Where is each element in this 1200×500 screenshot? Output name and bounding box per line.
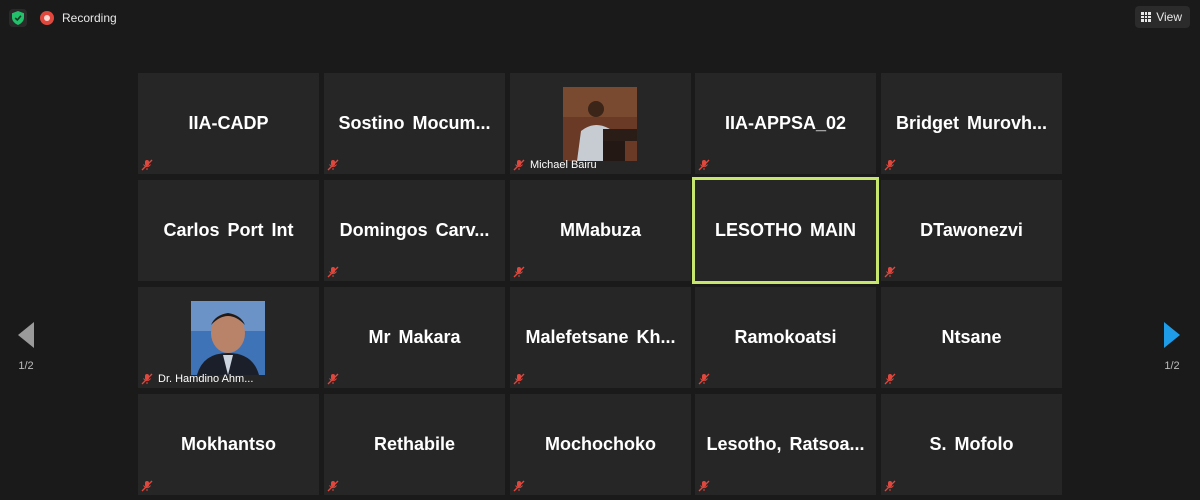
muted-mic-icon [698, 480, 710, 492]
participant-name: Bridget Murovh... [896, 113, 1047, 133]
next-page-button[interactable]: 1/2 [1152, 322, 1192, 377]
meeting-top-bar: Recording View [0, 0, 1200, 36]
participant-tile[interactable]: Mr Makara [324, 287, 505, 388]
muted-mic-icon [513, 266, 525, 278]
video-gallery: IIA-CADP Sostino Mocum... Michael Bairu … [138, 73, 1062, 499]
participant-name: S. Mofolo [929, 434, 1014, 454]
page-indicator-left: 1/2 [18, 360, 34, 372]
participant-tile[interactable]: Bridget Murovh... [881, 73, 1062, 174]
muted-mic-icon [141, 480, 153, 492]
muted-mic-icon [327, 266, 339, 278]
participant-name: MMabuza [560, 220, 641, 240]
participant-name: Ramokoatsi [734, 327, 837, 347]
participant-tile[interactable]: Carlos Port Int [138, 180, 319, 281]
participant-name: Carlos Port Int [163, 220, 294, 240]
participant-tile[interactable]: S. Mofolo [881, 394, 1062, 495]
muted-mic-icon [513, 480, 525, 492]
security-shield-icon[interactable] [9, 9, 27, 27]
gallery-grid-icon [1141, 12, 1151, 22]
active-speaker-tile[interactable]: LESOTHO MAIN [692, 177, 879, 284]
participant-name-label: Michael Bairu [530, 159, 597, 171]
participant-tile[interactable]: Sostino Mocum... [324, 73, 505, 174]
participant-tile-video[interactable]: Michael Bairu [510, 73, 691, 174]
view-button-label: View [1156, 10, 1182, 24]
participant-tile-video[interactable]: Dr. Hamdino Ahm... [138, 287, 319, 388]
recording-label: Recording [62, 11, 117, 25]
participant-name: Malefetsane Kh... [525, 327, 676, 347]
participant-tile[interactable]: Ntsane [881, 287, 1062, 388]
muted-mic-icon [884, 373, 896, 385]
participant-name: Mr Makara [368, 327, 461, 347]
muted-mic-icon [884, 266, 896, 278]
view-button[interactable]: View [1135, 6, 1190, 28]
muted-mic-icon [327, 159, 339, 171]
participant-video-feed [563, 87, 637, 161]
right-arrow-icon [1164, 322, 1180, 348]
participant-name: Rethabile [373, 434, 456, 454]
participant-tile[interactable]: Lesotho, Ratsoa... [695, 394, 876, 495]
participant-tile[interactable]: MMabuza [510, 180, 691, 281]
recording-indicator-icon[interactable] [40, 11, 54, 25]
muted-mic-icon [884, 480, 896, 492]
participant-tile[interactable]: Domingos Carv... [324, 180, 505, 281]
participant-name: Lesotho, Ratsoa... [706, 434, 865, 454]
participant-name: Sostino Mocum... [338, 113, 491, 133]
participant-tile[interactable]: Ramokoatsi [695, 287, 876, 388]
participant-tile[interactable]: Mochochoko [510, 394, 691, 495]
participant-tile[interactable]: Mokhantso [138, 394, 319, 495]
participant-tile[interactable]: Malefetsane Kh... [510, 287, 691, 388]
muted-mic-icon [513, 373, 525, 385]
participant-video-feed [191, 301, 265, 375]
participant-tile[interactable]: DTawonezvi [881, 180, 1062, 281]
muted-mic-icon [141, 159, 153, 171]
participant-tile[interactable]: IIA-CADP [138, 73, 319, 174]
participant-tile[interactable]: IIA-APPSA_02 [695, 73, 876, 174]
participant-name: Domingos Carv... [339, 220, 490, 240]
participant-name: IIA-CADP [188, 113, 269, 133]
participant-name: IIA-APPSA_02 [724, 113, 847, 133]
previous-page-button[interactable]: 1/2 [6, 322, 46, 377]
muted-mic-icon [327, 480, 339, 492]
muted-mic-icon [327, 373, 339, 385]
participant-tile[interactable]: Rethabile [324, 394, 505, 495]
participant-name: Mochochoko [545, 434, 656, 454]
muted-mic-icon [141, 373, 153, 385]
participant-name: DTawonezvi [920, 220, 1023, 240]
muted-mic-icon [698, 373, 710, 385]
participant-name-label: Dr. Hamdino Ahm... [158, 373, 254, 385]
muted-mic-icon [698, 159, 710, 171]
muted-mic-icon [884, 159, 896, 171]
left-arrow-icon [18, 322, 34, 348]
participant-name: Ntsane [941, 327, 1002, 347]
participant-name: Mokhantso [180, 434, 276, 454]
muted-mic-icon [513, 159, 525, 171]
participant-name: LESOTHO MAIN [715, 220, 856, 240]
page-indicator-right: 1/2 [1164, 360, 1180, 372]
